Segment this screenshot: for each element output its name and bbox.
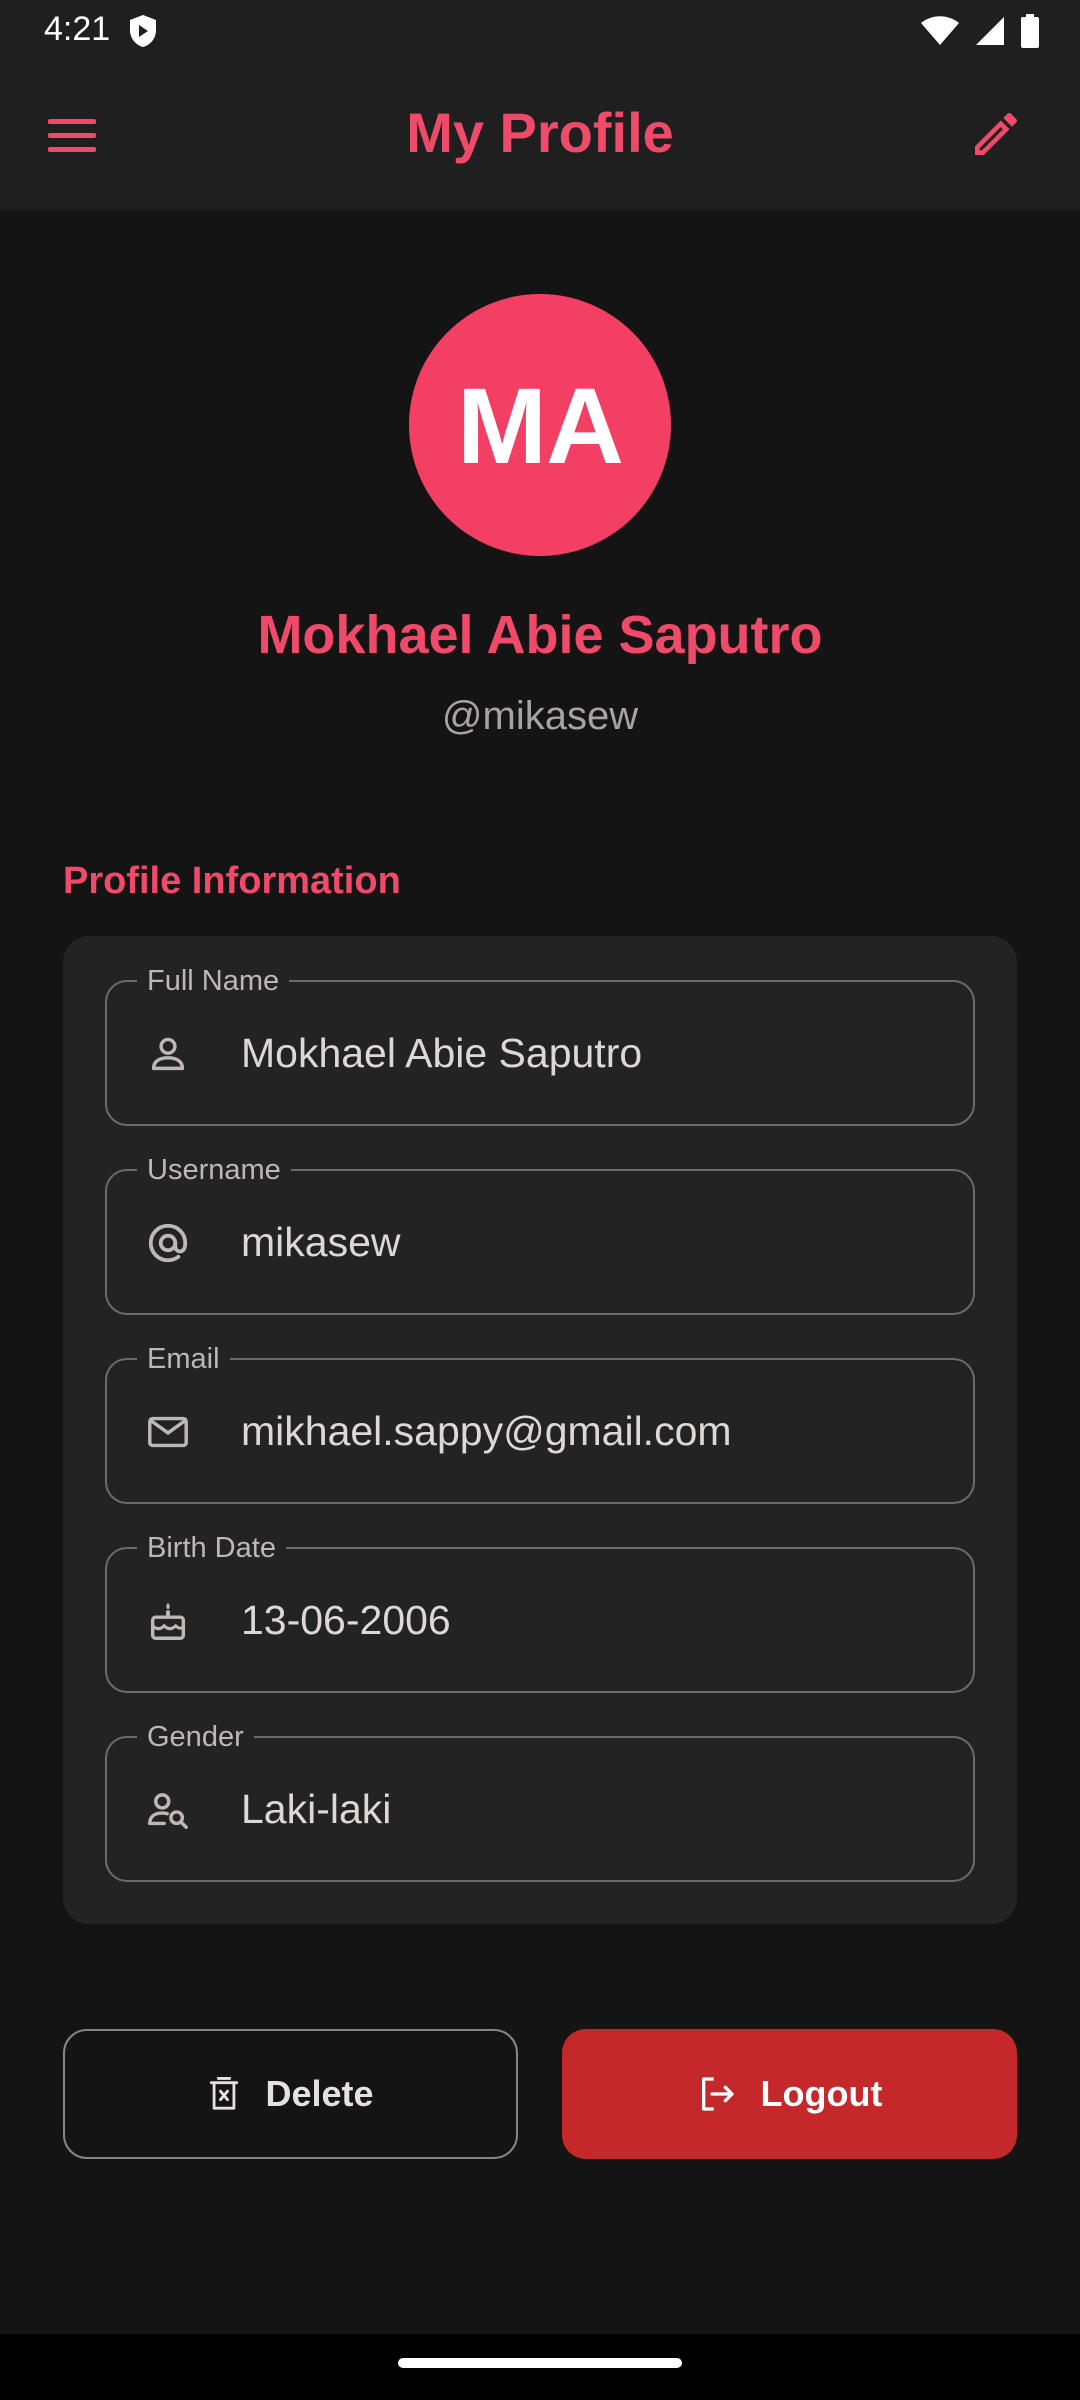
status-time: 4:21 <box>44 10 111 48</box>
person-icon <box>151 1037 185 1071</box>
field-label: Email <box>137 1342 230 1376</box>
field-label: Gender <box>137 1720 254 1754</box>
field-value: 13-06-2006 <box>241 1597 451 1643</box>
field-label: Username <box>137 1153 291 1187</box>
status-icons <box>920 14 1040 48</box>
profile-info-card: Full Name Mokhael Abie Saputro Username … <box>63 936 1017 1924</box>
section-title: Profile Information <box>63 860 401 902</box>
delete-button-label: Delete <box>265 2073 374 2114</box>
cellular-signal-icon <box>976 17 1004 45</box>
home-gesture-handle[interactable] <box>398 2358 682 2368</box>
app-bar: My Profile <box>0 62 1080 210</box>
page-title: My Profile <box>406 101 674 164</box>
field-value: mikhael.sappy@gmail.com <box>241 1408 732 1454</box>
email-field[interactable]: Email mikhael.sappy@gmail.com <box>105 1342 975 1504</box>
birth-date-field[interactable]: Birth Date 13-06-2006 <box>105 1531 975 1693</box>
at-sign-icon <box>148 1223 188 1263</box>
wifi-icon <box>921 16 959 45</box>
profile-username: @mikasew <box>441 694 639 738</box>
battery-icon <box>1021 14 1039 48</box>
field-label: Full Name <box>137 964 290 998</box>
gender-field[interactable]: Gender Laki-laki <box>105 1720 975 1882</box>
shield-icon <box>130 15 156 47</box>
field-value: mikasew <box>241 1219 401 1265</box>
delete-button[interactable]: Delete <box>63 2029 518 2159</box>
status-bar: 4:21 <box>0 0 1080 62</box>
profile-name: Mokhael Abie Saputro <box>257 605 823 665</box>
cake-icon <box>150 1602 186 1640</box>
logout-button-label: Logout <box>760 2073 883 2114</box>
logout-button[interactable]: Logout <box>562 2029 1017 2159</box>
field-label: Birth Date <box>137 1531 286 1565</box>
field-value: Laki-laki <box>241 1786 392 1832</box>
edit-profile-button[interactable] <box>968 106 1024 162</box>
edit-pencil-icon <box>975 112 1018 155</box>
username-field[interactable]: Username mikasew <box>105 1153 975 1315</box>
field-value: Mokhael Abie Saputro <box>241 1030 643 1076</box>
mail-icon <box>148 1416 188 1448</box>
person-search-icon <box>148 1793 188 1829</box>
avatar: MA <box>409 294 671 556</box>
logout-icon <box>701 2077 734 2111</box>
delete-trash-icon <box>210 2077 239 2110</box>
full-name-field[interactable]: Full Name Mokhael Abie Saputro <box>105 964 975 1126</box>
